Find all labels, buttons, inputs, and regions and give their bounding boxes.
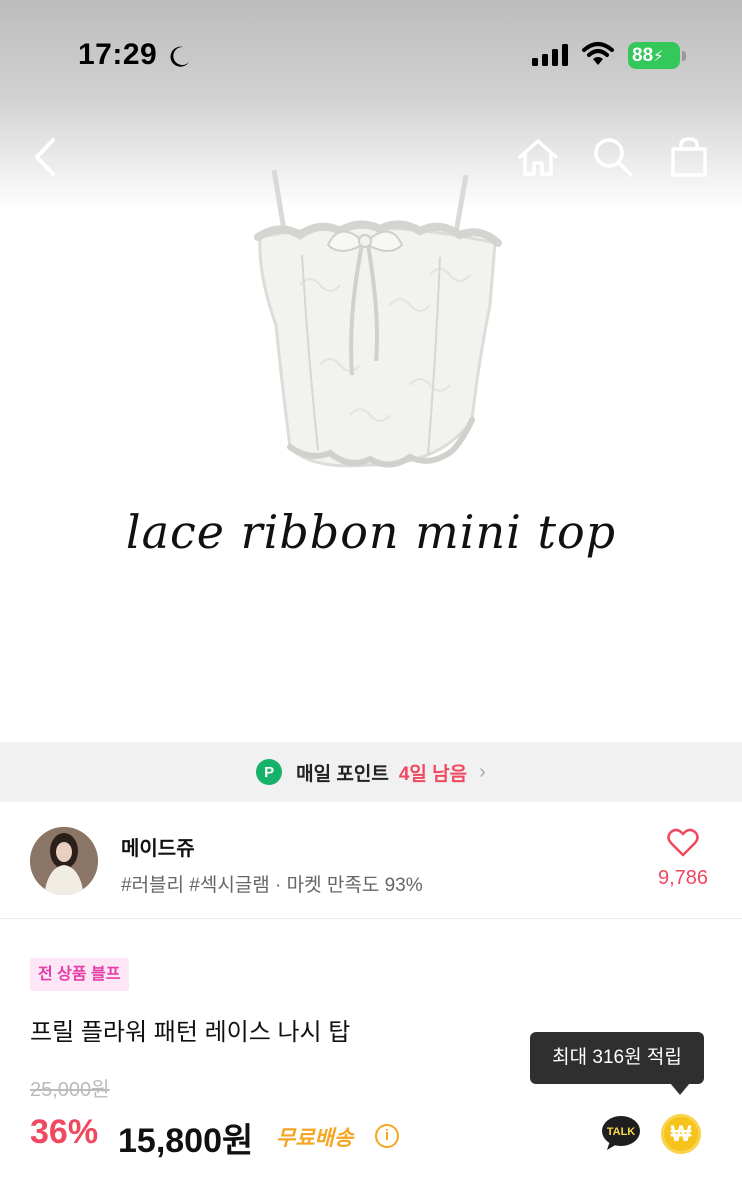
moon-icon	[170, 46, 189, 67]
shop-name[interactable]: 메이드쥬	[121, 832, 195, 861]
daily-points-banner[interactable]: P 매일 포인트 4일 남음 ›	[0, 742, 742, 802]
battery-level: 88	[632, 45, 654, 66]
charging-bolt-icon: ⚡	[653, 48, 664, 65]
original-price: 25,000원	[30, 1079, 110, 1101]
back-arrow-icon	[35, 138, 55, 176]
sale-price: 15,800원	[118, 1122, 254, 1160]
points-label: 매일 포인트	[296, 763, 389, 785]
lace-top-image	[254, 169, 502, 468]
points-days-left: 4일 남음	[398, 763, 468, 785]
product-name: 프릴 플라워 패턴 레이스 나시 탑	[30, 1019, 351, 1046]
cellular-signal-icon	[532, 44, 568, 66]
kakao-talk-button[interactable]: TALK	[601, 1115, 641, 1151]
sale-badge: 전 상품 블프	[30, 958, 129, 991]
status-time: 17:29	[78, 38, 158, 71]
reward-tooltip: 최대 316원 적립	[530, 1032, 704, 1084]
free-shipping-label: 무료배송	[276, 1127, 354, 1150]
shop-tags: #러블리 #섹시글램 · 마켓 만족도 93%	[121, 875, 423, 896]
reward-coin-button[interactable]: ₩	[661, 1114, 701, 1154]
talk-label: TALK	[607, 1126, 636, 1138]
tooltip-arrow	[670, 1083, 690, 1095]
home-button[interactable]	[513, 132, 563, 182]
home-icon	[518, 139, 558, 176]
discount-rate: 36%	[30, 1113, 99, 1151]
battery-indicator: 88⚡	[628, 42, 680, 69]
wifi-icon	[582, 42, 614, 65]
avatar-image	[30, 827, 98, 895]
shopping-bag-icon	[671, 137, 707, 177]
chevron-right-icon: ›	[479, 760, 486, 783]
battery-nub	[682, 51, 686, 61]
product-image-caption: lace ribbon mini top	[125, 505, 617, 559]
shop-avatar[interactable]	[30, 827, 98, 895]
status-bar: 17:29 88⚡	[0, 0, 742, 110]
heart-icon	[667, 828, 699, 857]
shop-info-row[interactable]: 메이드쥬 #러블리 #섹시글램 · 마켓 만족도 93% 9,786	[0, 802, 742, 919]
search-button[interactable]	[588, 132, 638, 182]
cart-button[interactable]	[664, 132, 714, 182]
back-button[interactable]	[20, 132, 70, 182]
search-icon	[594, 138, 633, 177]
product-image-area[interactable]: lace ribbon mini top	[0, 0, 742, 742]
info-icon[interactable]: i	[375, 1124, 399, 1148]
like-count: 9,786	[657, 867, 709, 889]
points-badge-icon: P	[256, 759, 283, 785]
like-button[interactable]: 9,786	[648, 828, 718, 890]
